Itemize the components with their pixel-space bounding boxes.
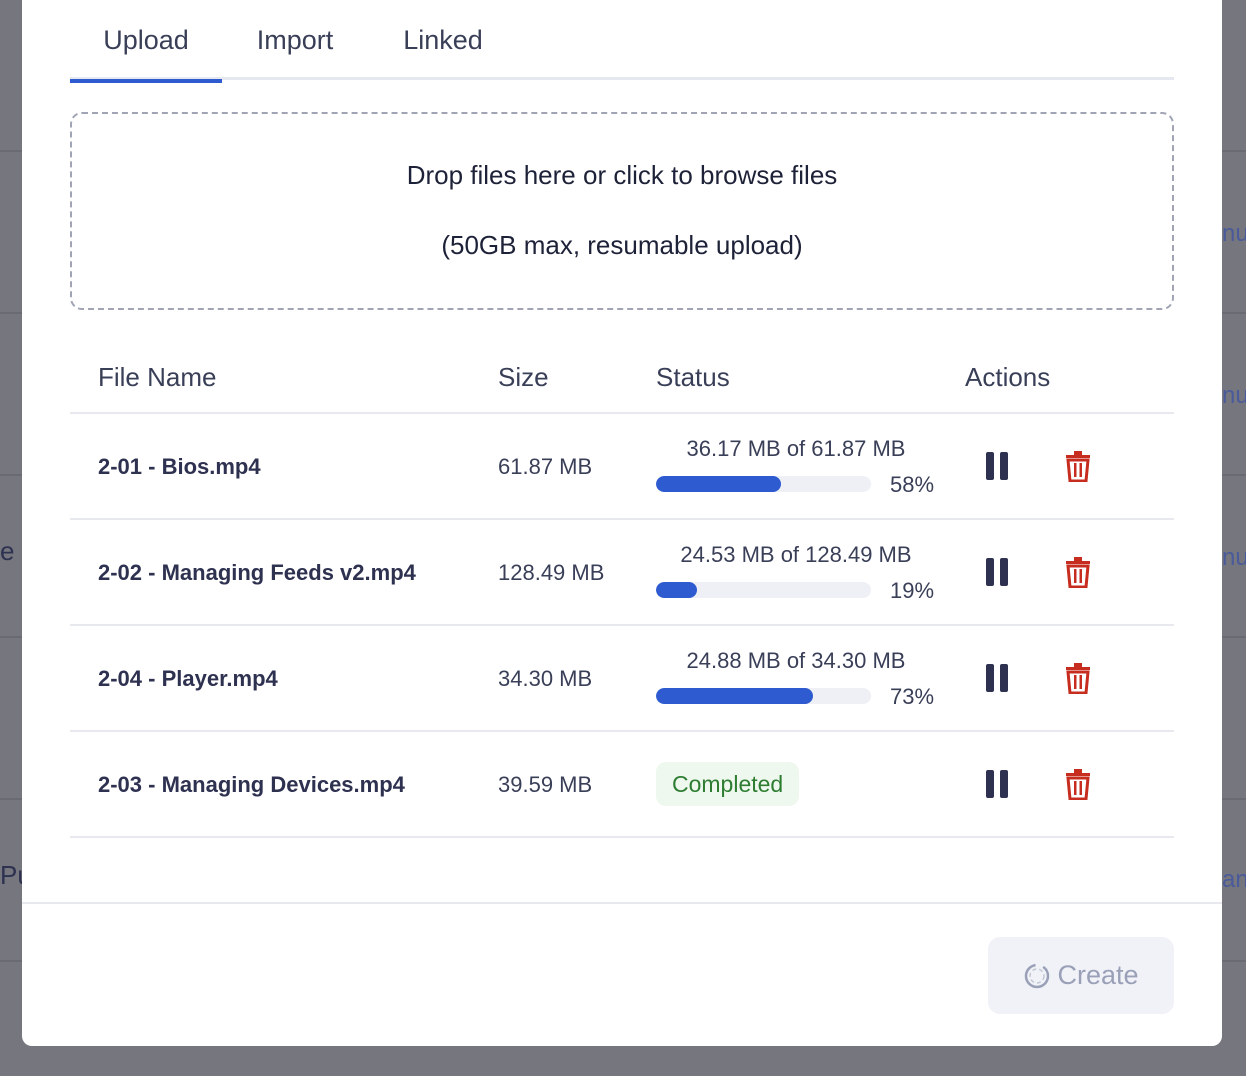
- file-name: 2-04 - Player.mp4: [98, 666, 278, 691]
- table-row: 2-01 - Bios.mp4 61.87 MB 36.17 MB of 61.…: [70, 414, 1174, 520]
- progress-bar: [656, 582, 871, 598]
- table-row: 2-03 - Managing Devices.mp4 39.59 MB Com…: [70, 732, 1174, 838]
- pause-icon: [986, 558, 994, 586]
- tab-upload[interactable]: Upload: [70, 0, 222, 83]
- progress-text: 24.53 MB of 128.49 MB: [680, 542, 912, 567]
- table-row: 2-02 - Managing Feeds v2.mp4 128.49 MB 2…: [70, 520, 1174, 626]
- tab-linked[interactable]: Linked: [388, 0, 498, 80]
- column-header-status: Status: [656, 362, 730, 392]
- progress-fill: [656, 582, 697, 598]
- file-size: 61.87 MB: [498, 454, 593, 479]
- pause-icon: [986, 452, 994, 480]
- trash-icon[interactable]: [1064, 662, 1092, 694]
- progress-text: 36.17 MB of 61.87 MB: [686, 436, 906, 461]
- backdrop-text: nu: [1222, 382, 1246, 409]
- progress-fill: [656, 476, 781, 492]
- pause-button[interactable]: [986, 452, 1008, 480]
- pause-button[interactable]: [986, 558, 1008, 586]
- dropzone-title: Drop files here or click to browse files: [406, 160, 838, 190]
- progress-percent: 19%: [890, 578, 935, 603]
- upload-table: File Name Size Status Actions 2-01 - Bio…: [70, 340, 1174, 838]
- pause-icon: [1000, 452, 1008, 480]
- status-badge: Completed: [656, 762, 800, 806]
- progress-text: 24.88 MB of 34.30 MB: [686, 648, 906, 673]
- column-header-actions: Actions: [965, 362, 1051, 392]
- dropzone-subtitle: (50GB max, resumable upload): [441, 230, 803, 260]
- footer-divider: [22, 902, 1222, 904]
- progress-percent: 73%: [890, 684, 935, 709]
- file-name: 2-02 - Managing Feeds v2.mp4: [98, 560, 416, 585]
- file-name: 2-01 - Bios.mp4: [98, 454, 261, 479]
- progress-bar: [656, 688, 871, 704]
- pause-icon: [1000, 664, 1008, 692]
- trash-icon[interactable]: [1064, 768, 1092, 800]
- backdrop-text: nu: [1222, 220, 1246, 247]
- pause-icon: [986, 770, 994, 798]
- create-button[interactable]: Create: [988, 937, 1174, 1014]
- file-size: 34.30 MB: [498, 666, 593, 691]
- backdrop-text: e: [0, 536, 15, 566]
- backdrop-text: nu: [1222, 544, 1246, 571]
- tab-bar: Upload Import Linked: [70, 0, 1174, 83]
- pause-button[interactable]: [986, 770, 1008, 798]
- upload-modal: Upload Import Linked Drop files here or …: [22, 0, 1222, 1046]
- column-header-size: Size: [498, 362, 549, 392]
- pause-icon: [1000, 558, 1008, 586]
- progress-percent: 58%: [890, 472, 935, 497]
- column-header-name: File Name: [98, 362, 217, 392]
- pause-icon: [1000, 770, 1008, 798]
- file-size: 128.49 MB: [498, 560, 605, 585]
- tab-import[interactable]: Import: [236, 0, 354, 80]
- spinner-icon: [1025, 963, 1050, 988]
- file-name: 2-03 - Managing Devices.mp4: [98, 772, 405, 797]
- table-row: 2-04 - Player.mp4 34.30 MB 24.88 MB of 3…: [70, 626, 1174, 732]
- trash-icon[interactable]: [1064, 450, 1092, 482]
- pause-icon: [986, 664, 994, 692]
- pause-button[interactable]: [986, 664, 1008, 692]
- file-dropzone[interactable]: Drop files here or click to browse files…: [70, 112, 1174, 310]
- progress-bar: [656, 476, 871, 492]
- create-label: Create: [1057, 960, 1139, 990]
- file-size: 39.59 MB: [498, 772, 593, 797]
- table-header: File Name Size Status Actions: [70, 340, 1174, 414]
- backdrop-text: anc: [1222, 866, 1246, 893]
- trash-icon[interactable]: [1064, 556, 1092, 588]
- progress-fill: [656, 688, 813, 704]
